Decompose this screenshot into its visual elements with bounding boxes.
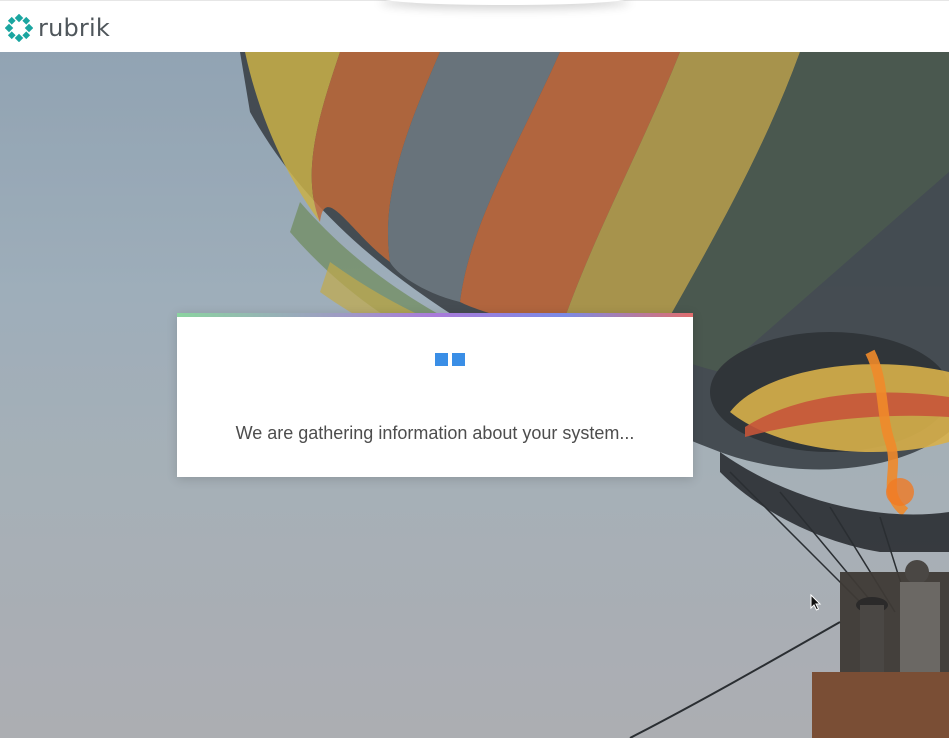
loading-squares-icon [435, 353, 466, 366]
rubrik-logo[interactable]: rubrik [5, 13, 110, 43]
loading-message: We are gathering information about your … [235, 423, 635, 443]
top-bar-shadow [380, 0, 630, 5]
rubrik-logo-icon [5, 14, 33, 42]
logo-text: rubrik [38, 14, 110, 42]
dialog-accent-bar [177, 313, 693, 317]
top-bar: rubrik [0, 0, 949, 52]
loading-dialog: We are gathering information about your … [177, 313, 693, 477]
mouse-cursor-icon [810, 594, 822, 611]
spinner-square [435, 353, 448, 366]
spinner-square [452, 353, 465, 366]
